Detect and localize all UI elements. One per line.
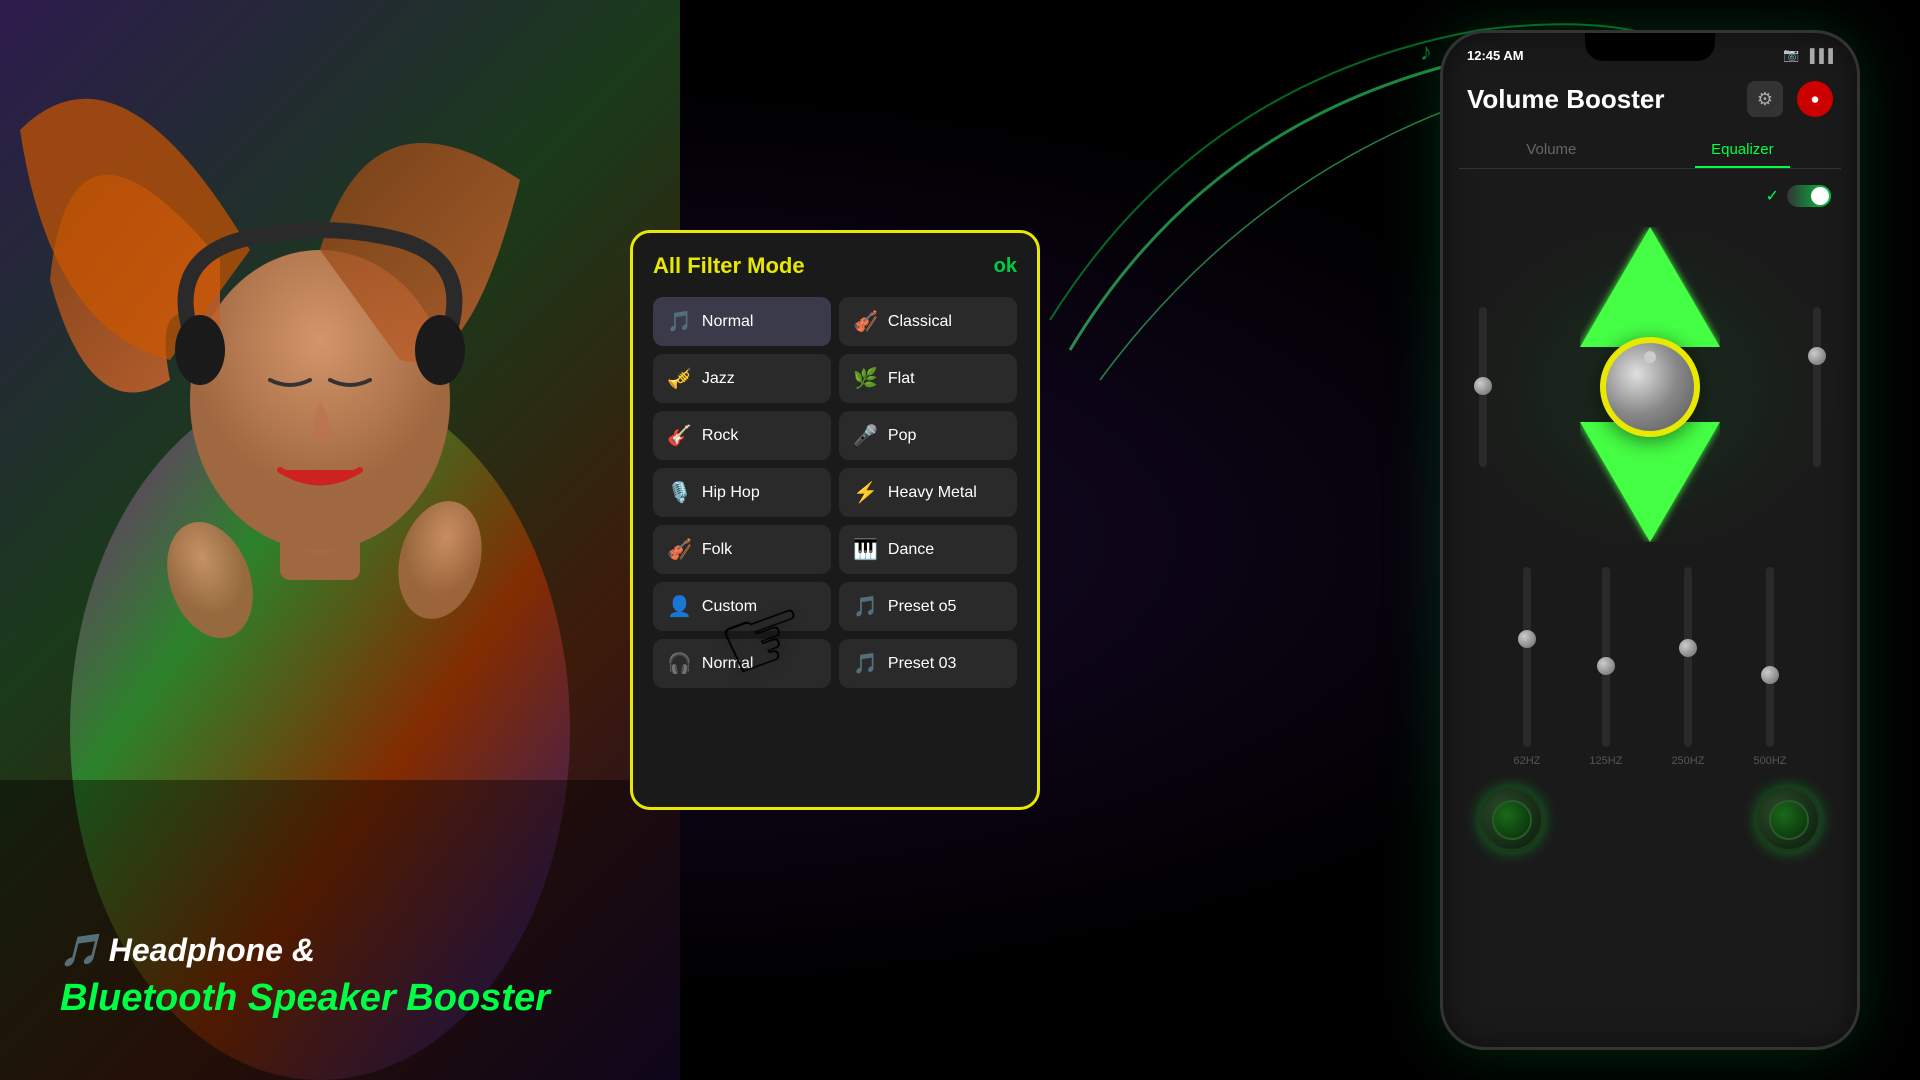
filter-label-jazz: Jazz — [702, 370, 735, 388]
filter-icon-heavymetal: ⚡ — [853, 480, 878, 505]
hz-slider-62[interactable]: 62HZ — [1514, 567, 1541, 767]
filter-item-heavymetal[interactable]: ⚡ Heavy Metal — [839, 468, 1017, 517]
volume-knob[interactable] — [1600, 337, 1700, 437]
phone-status-icons: 📷 ▐▐▐ — [1783, 47, 1833, 63]
tab-volume[interactable]: Volume — [1510, 133, 1592, 168]
filter-label-preset05: Preset o5 — [888, 598, 956, 616]
phone-notch — [1585, 33, 1715, 61]
filter-icon-pop: 🎤 — [853, 423, 878, 448]
filter-item-dance[interactable]: 🎹 Dance — [839, 525, 1017, 574]
left-slider[interactable] — [1479, 307, 1487, 467]
phone-tabs: Volume Equalizer — [1459, 133, 1841, 169]
filter-icon-normal2: 🎧 — [667, 651, 692, 676]
filter-icon-jazz: 🎺 — [667, 366, 692, 391]
filter-label-flat: Flat — [888, 370, 915, 388]
phone-mockup: 12:45 AM 📷 ▐▐▐ Volume Booster ⚙ ⏺ Volume… — [1440, 30, 1860, 1050]
bottom-knob-1[interactable] — [1479, 787, 1544, 852]
filter-icon-dance: 🎹 — [853, 537, 878, 562]
filter-icon-folk: 🎻 — [667, 537, 692, 562]
filter-icon-preset05: 🎵 — [853, 594, 878, 619]
record-button[interactable]: ⏺ — [1797, 81, 1833, 117]
filter-item-pop[interactable]: 🎤 Pop — [839, 411, 1017, 460]
headphone-line: 🎵 Headphone & — [60, 931, 550, 969]
svg-text:♪: ♪ — [1420, 39, 1432, 66]
hz-slider-250[interactable]: 250HZ — [1671, 567, 1704, 767]
eq-toggle[interactable] — [1787, 185, 1831, 207]
filter-label-pop: Pop — [888, 427, 916, 445]
filter-item-preset03[interactable]: 🎵 Preset 03 — [839, 639, 1017, 688]
phone-content: Volume Booster ⚙ ⏺ Volume Equalizer ✓ — [1443, 71, 1857, 862]
filter-item-hiphop[interactable]: 🎙️ Hip Hop — [653, 468, 831, 517]
hz-slider-125[interactable]: 125HZ — [1589, 567, 1622, 767]
bluetooth-line: Bluetooth Speaker Booster — [60, 977, 550, 1020]
filter-icon-hiphop: 🎙️ — [667, 480, 692, 505]
filter-icon-rock: 🎸 — [667, 423, 692, 448]
filter-item-preset05[interactable]: 🎵 Preset o5 — [839, 582, 1017, 631]
bottom-knob-2[interactable] — [1756, 787, 1821, 852]
app-title: Volume Booster — [1467, 84, 1664, 115]
filter-item-folk[interactable]: 🎻 Folk — [653, 525, 831, 574]
signal-icon: ▐▐▐ — [1805, 48, 1833, 63]
header-icons: ⚙ ⏺ — [1747, 81, 1833, 117]
filter-icon-flat: 🌿 — [853, 366, 878, 391]
filter-item-classical[interactable]: 🎻 Classical — [839, 297, 1017, 346]
filter-grid: 🎵 Normal 🎻 Classical 🎺 Jazz 🌿 Flat 🎸 Roc… — [653, 297, 1017, 688]
app-header: Volume Booster ⚙ ⏺ — [1459, 71, 1841, 133]
filter-icon-normal: 🎵 — [667, 309, 692, 334]
eq-checkmark: ✓ — [1766, 186, 1779, 206]
hz-slider-500[interactable]: 500HZ — [1753, 567, 1786, 767]
filter-label-hiphop: Hip Hop — [702, 484, 760, 502]
filter-label-heavymetal: Heavy Metal — [888, 484, 977, 502]
bottom-knobs-row — [1459, 777, 1841, 862]
filter-modal-title: All Filter Mode — [653, 253, 805, 279]
up-arrow — [1580, 227, 1720, 352]
filter-icon-custom: 👤 — [667, 594, 692, 619]
filter-item-jazz[interactable]: 🎺 Jazz — [653, 354, 831, 403]
gear-button[interactable]: ⚙ — [1747, 81, 1783, 117]
eq-hz-row: 62HZ 125HZ 250HZ — [1459, 567, 1841, 767]
filter-label-preset03: Preset 03 — [888, 655, 956, 673]
filter-item-flat[interactable]: 🌿 Flat — [839, 354, 1017, 403]
filter-label-dance: Dance — [888, 541, 934, 559]
filter-modal: All Filter Mode ok 🎵 Normal 🎻 Classical … — [630, 230, 1040, 810]
eq-visual-area — [1459, 217, 1841, 557]
filter-icon-classical: 🎻 — [853, 309, 878, 334]
woman-background — [0, 0, 680, 1080]
camera-icon: 📷 — [1783, 47, 1799, 63]
filter-label-normal: Normal — [702, 313, 754, 331]
filter-header: All Filter Mode ok — [653, 253, 1017, 279]
phone-time: 12:45 AM — [1467, 48, 1524, 63]
filter-label-folk: Folk — [702, 541, 732, 559]
filter-label-classical: Classical — [888, 313, 952, 331]
down-arrow — [1580, 422, 1720, 547]
filter-icon-preset03: 🎵 — [853, 651, 878, 676]
bottom-left-text-area: 🎵 Headphone & Bluetooth Speaker Booster — [60, 931, 550, 1020]
filter-item-normal[interactable]: 🎵 Normal — [653, 297, 831, 346]
filter-label-rock: Rock — [702, 427, 738, 445]
right-slider[interactable] — [1813, 307, 1821, 467]
filter-ok-button[interactable]: ok — [994, 255, 1017, 278]
tab-equalizer[interactable]: Equalizer — [1695, 133, 1790, 168]
filter-item-rock[interactable]: 🎸 Rock — [653, 411, 831, 460]
